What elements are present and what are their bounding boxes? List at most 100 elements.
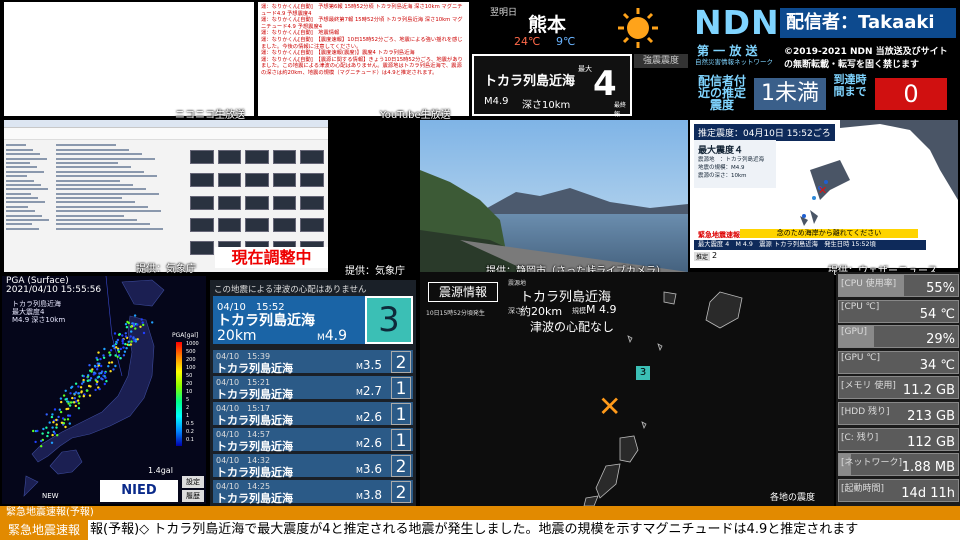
tree-item[interactable] [6,219,49,222]
file-thumbnail[interactable] [217,218,242,233]
file-thumbnail[interactable] [190,150,214,164]
file-row[interactable] [56,214,124,217]
file-thumbnail[interactable] [300,195,324,210]
file-thumbnail[interactable] [190,241,214,256]
quake-row-intensity: 2 [391,351,411,373]
tree-item[interactable] [6,214,42,217]
eew-info-box: 最大震度４ 震源地 ：トカラ列島近海 地震の規模：M4.9 震源の深さ：10km [694,140,776,188]
file-thumbnail[interactable] [300,218,324,233]
quake-main-row[interactable]: 04/10 15:52 トカラ列島近海 20km M4.9 3 [213,296,413,344]
file-thumbnail[interactable] [245,195,269,210]
file-thumbnail[interactable] [300,172,324,187]
file-row[interactable] [56,210,161,213]
file-row[interactable] [56,183,133,186]
quake-row-intensity: 2 [391,481,411,503]
file-row[interactable] [56,227,163,230]
file-thumbnail[interactable] [217,195,242,210]
file-thumbnail[interactable] [272,150,297,164]
eew-place: 震源地 ：トカラ列島近海 [698,157,765,163]
tree-item[interactable] [6,188,48,191]
tree-item[interactable] [6,175,27,178]
tree-item[interactable] [6,223,32,226]
quake-row[interactable]: 04/10 14:57 トカラ列島近海 M2.6 1 [213,428,413,453]
file-thumbnail[interactable] [245,172,269,187]
tree-item[interactable] [6,192,31,195]
file-row[interactable] [56,197,122,200]
file-row[interactable] [56,166,131,169]
file-thumbnail[interactable] [272,172,297,187]
file-thumbnail[interactable] [300,150,324,164]
file-row[interactable] [56,201,135,204]
file-thumbnail[interactable] [272,218,297,233]
explorer-thumbnails[interactable] [190,150,324,260]
file-row[interactable] [56,192,159,195]
epicenter-title: 震源情報 [428,282,498,302]
tree-item[interactable] [6,201,45,204]
nied-scale-tick: 0.5 [186,421,194,427]
explorer-address-bar[interactable] [4,128,328,140]
file-row[interactable] [56,170,144,173]
tree-item[interactable] [6,183,41,186]
nied-scale-labels: 1000 500 200 100 50 20 10 5 2 1 0.5 0.2 0.1 [186,340,206,450]
tree-item[interactable] [6,161,30,164]
file-row[interactable] [56,148,129,151]
quake-row[interactable]: 04/10 14:32 トカラ列島近海 M3.6 2 [213,454,413,479]
tree-item[interactable] [6,210,35,213]
tree-item[interactable] [6,197,38,200]
explorer-titlebar[interactable] [4,120,328,128]
station-dot [40,445,43,448]
quake-row-place: トカラ列島近海 [216,414,293,427]
tree-item[interactable] [6,166,37,169]
file-thumbnail[interactable] [272,195,297,210]
station-dot [124,323,128,326]
file-thumbnail[interactable] [245,218,269,233]
file-row[interactable] [56,188,146,191]
station-dot [123,350,127,353]
file-thumbnail[interactable] [217,172,242,187]
quake-row[interactable]: 04/10 15:21 トカラ列島近海 M2.7 1 [213,376,413,401]
explorer-credit: 提供：気象庁 [136,264,196,275]
station-dot [108,361,111,364]
station-dot [76,399,80,402]
tree-item[interactable] [6,144,26,147]
quake-row[interactable]: 04/10 15:17 トカラ列島近海 M2.6 1 [213,402,413,427]
station-dot [105,380,108,383]
tree-item[interactable] [6,153,40,156]
file-row[interactable] [56,157,155,160]
file-row[interactable] [56,179,120,182]
quake-row[interactable]: 04/10 15:39 トカラ列島近海 M3.5 2 [213,350,413,375]
nied-history-button[interactable]: 履歴 [182,490,204,502]
explorer-tree[interactable] [6,142,54,262]
file-row[interactable] [56,223,150,226]
file-row[interactable] [56,175,157,178]
adjusting-label: 現在調整中 [215,247,328,268]
tree-item[interactable] [6,227,39,230]
file-row[interactable] [56,161,118,164]
file-thumbnail[interactable] [190,218,214,233]
nied-settings-button[interactable]: 設定 [182,476,204,488]
quake-summary-card: トカラ列島近海 最大 4 最終報 M4.9 深さ10km [472,54,632,118]
stat-key: [CPU ℃] [841,301,880,312]
explorer-file-list[interactable] [56,142,174,262]
tree-item[interactable] [6,205,28,208]
tree-item[interactable] [6,170,44,173]
tree-item[interactable] [6,179,34,182]
quake-card-place: トカラ列島近海 [484,74,576,89]
stat-key: [CPU 使用率] [841,279,897,289]
ndn-title: NDN [694,3,780,42]
file-thumbnail[interactable] [217,150,242,164]
quake-row[interactable]: 04/10 14:25 トカラ列島近海 M3.8 2 [213,480,413,505]
file-thumbnail[interactable] [190,195,214,210]
file-row[interactable] [56,144,116,147]
quake-row-intensity: 1 [391,429,411,451]
file-row[interactable] [56,205,148,208]
station-dot [82,380,85,384]
file-thumbnail[interactable] [245,150,269,164]
file-row[interactable] [56,153,142,156]
station-dot [80,390,83,393]
station-dot [98,362,101,365]
file-row[interactable] [56,219,137,222]
file-thumbnail[interactable] [190,172,214,187]
tree-item[interactable] [6,157,47,160]
tree-item[interactable] [6,148,33,151]
